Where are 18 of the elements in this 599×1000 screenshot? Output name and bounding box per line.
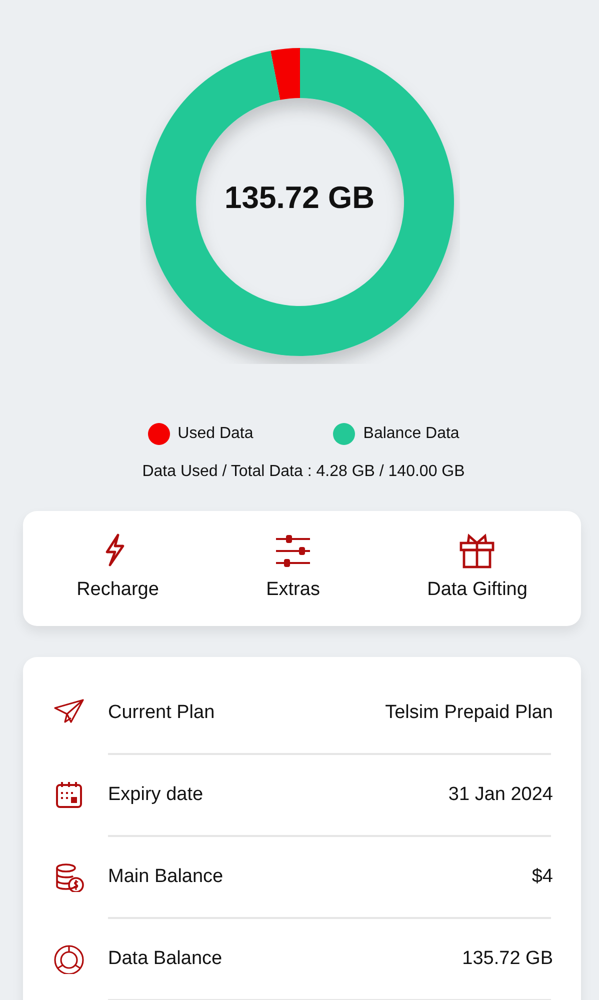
ring-icon <box>53 944 85 974</box>
chart-center-value: 135.72 GB <box>224 178 374 217</box>
usage-summary: Data Used / Total Data : 4.28 GB / 140.00 GB <box>142 462 465 482</box>
action-button[interactable]: Data Gifting <box>427 532 528 605</box>
detail-label: Expiry date <box>108 782 204 807</box>
detail-label: Data Balance <box>108 946 222 971</box>
detail-value: $4 <box>532 864 553 889</box>
detail-label: Main Balance <box>108 864 224 889</box>
calendar-icon <box>53 780 85 810</box>
legend-label: Balance Data <box>363 424 460 444</box>
detail-value: 31 Jan 2024 <box>448 782 553 807</box>
action-button[interactable]: Recharge <box>76 532 159 605</box>
detail-value: Telsim Prepaid Plan <box>385 700 553 725</box>
legend-label: Used Data <box>178 424 254 444</box>
detail-label: Current Plan <box>108 700 215 725</box>
action-button[interactable]: Extras <box>266 532 320 605</box>
coins-icon <box>53 862 85 892</box>
detail-value: 135.72 GB <box>462 946 553 971</box>
